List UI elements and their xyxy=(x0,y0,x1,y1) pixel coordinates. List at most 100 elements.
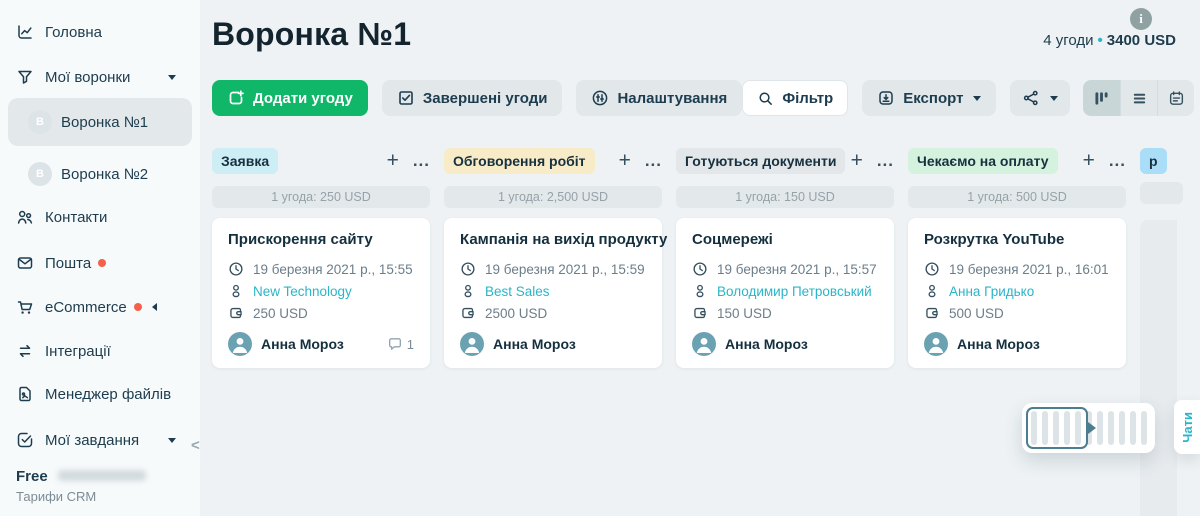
person-icon xyxy=(232,284,240,298)
sidebar-item-home[interactable]: Головна xyxy=(0,12,200,52)
kanban-board: Заявка + ... 1 угода: 250 USD Прискоренн… xyxy=(212,148,1126,368)
column-header: Чекаємо на оплату + ... xyxy=(908,148,1126,174)
sidebar-item-label: Воронка №2 xyxy=(61,165,149,183)
minimap-bar xyxy=(1108,411,1114,445)
chart-line-icon xyxy=(18,25,32,39)
partial-column-stats xyxy=(1140,182,1183,204)
column-menu-button[interactable]: ... xyxy=(645,152,662,169)
completed-deals-button[interactable]: Завершені угоди xyxy=(381,80,563,116)
column-menu-button[interactable]: ... xyxy=(877,152,894,169)
add-card-button[interactable]: + xyxy=(619,150,631,171)
view-switcher xyxy=(1083,80,1195,116)
person-icon xyxy=(464,284,472,298)
clock-icon xyxy=(693,262,707,276)
sidebar-item-label: Головна xyxy=(45,23,102,41)
export-label: Експорт xyxy=(903,89,964,107)
sidebar-item-funnel-2[interactable]: B Воронка №2 xyxy=(8,150,192,198)
crm-funnel-screen: Головна Мої воронки B Воронка №1 B Ворон… xyxy=(0,0,1200,516)
board-scroll-minimap[interactable] xyxy=(1022,403,1155,453)
sidebar-item-label: Воронка №1 xyxy=(61,113,149,131)
plan-tariffs-link[interactable]: Тарифи CRM xyxy=(16,489,146,504)
checkbox-icon xyxy=(399,91,413,105)
minimap-viewport-handle[interactable] xyxy=(1026,407,1088,449)
toolbar: Додати угоду Завершені угоди Налаштуванн… xyxy=(212,80,1195,116)
sidebar: Головна Мої воронки B Воронка №1 B Ворон… xyxy=(0,0,200,516)
card-footer: Анна Мороз xyxy=(924,332,1110,356)
comments-count: 1 xyxy=(406,336,414,352)
minimap-arrow-icon xyxy=(1088,422,1096,434)
card-footer: Анна Мороз xyxy=(692,332,878,356)
column-menu-button[interactable]: ... xyxy=(1109,152,1126,169)
export-button[interactable]: Експорт xyxy=(862,80,997,116)
funnel-icon xyxy=(18,70,32,84)
calendar-view-icon xyxy=(1169,90,1184,105)
deal-amount: 2500 USD xyxy=(485,305,548,321)
person-icon xyxy=(696,284,704,298)
info-icon[interactable]: i xyxy=(1130,8,1152,30)
deal-card[interactable]: Розкрутка YouTube 19 березня 2021 р., 16… xyxy=(908,218,1126,368)
column-header: Готуються документи + ... xyxy=(676,148,894,174)
search-icon xyxy=(759,91,773,105)
column-zayavka: Заявка + ... 1 угода: 250 USD Прискоренн… xyxy=(212,148,430,368)
deal-created: 19 березня 2021 р., 15:57 xyxy=(717,261,877,277)
sidebar-item-file-manager[interactable]: Менеджер файлів xyxy=(0,374,200,414)
sidebar-item-funnel-1[interactable]: B Воронка №1 xyxy=(8,98,192,146)
wallet-icon xyxy=(230,307,242,319)
sidebar-item-integrations[interactable]: Інтеграції xyxy=(0,331,200,371)
funnel-avatar: B xyxy=(28,162,52,186)
column-stats: 1 угода: 500 USD xyxy=(908,186,1126,208)
sidebar-item-my-funnels[interactable]: Мої воронки xyxy=(0,57,200,97)
deal-card[interactable]: Прискорення сайту 19 березня 2021 р., 15… xyxy=(212,218,430,368)
chats-tab[interactable]: Чати xyxy=(1174,400,1200,454)
add-card-button[interactable]: + xyxy=(1083,150,1095,171)
funnel-settings-button[interactable]: Налаштування xyxy=(576,80,743,116)
automation-flow-button[interactable] xyxy=(1010,80,1071,116)
cart-icon xyxy=(17,301,33,314)
wallet-icon xyxy=(926,307,938,319)
add-deal-icon xyxy=(229,90,244,105)
column-name-badge: Обговорення робіт xyxy=(444,148,595,174)
sidebar-collapse-button[interactable]: < xyxy=(191,437,200,454)
page-title: Воронка №1 xyxy=(212,16,412,52)
deal-manager: Анна Мороз xyxy=(725,336,808,352)
deal-created: 19 березня 2021 р., 15:59 xyxy=(485,261,645,277)
deal-card[interactable]: Соцмережі 19 березня 2021 р., 15:57 Воло… xyxy=(676,218,894,368)
sidebar-item-label: eCommerce xyxy=(45,298,127,316)
add-deal-button[interactable]: Додати угоду xyxy=(212,80,368,116)
view-list-button[interactable] xyxy=(1120,80,1157,116)
sliders-icon xyxy=(593,90,608,106)
filter-button[interactable]: Фільтр xyxy=(742,80,849,116)
sidebar-item-my-tasks[interactable]: Мої завдання xyxy=(0,420,200,460)
column-header: Заявка + ... xyxy=(212,148,430,174)
column-header: Обговорення робіт + ... xyxy=(444,148,662,174)
add-card-button[interactable]: + xyxy=(387,150,399,171)
partial-column-body xyxy=(1140,220,1177,516)
deal-manager: Анна Мороз xyxy=(261,336,344,352)
deal-contact-link[interactable]: New Technology xyxy=(253,284,352,299)
column-dokumenty: Готуються документи + ... 1 угода: 150 U… xyxy=(676,148,894,368)
file-icon xyxy=(19,386,31,402)
deal-amount: 150 USD xyxy=(717,305,772,321)
wallet-icon xyxy=(694,307,706,319)
view-kanban-button[interactable] xyxy=(1083,80,1121,116)
deal-contact-link[interactable]: Анна Гридько xyxy=(949,284,1034,299)
deal-contact-link[interactable]: Володимир Петровський xyxy=(717,284,872,299)
sidebar-item-contacts[interactable]: Контакти xyxy=(0,197,200,237)
sidebar-item-label: Менеджер файлів xyxy=(45,385,172,403)
plan-name: Free xyxy=(16,468,48,485)
deal-card[interactable]: Кампанія на вихід продукту 19 березня 20… xyxy=(444,218,668,368)
column-obgovorennya: Обговорення робіт + ... 1 угода: 2,500 U… xyxy=(444,148,668,368)
sidebar-item-mail[interactable]: Пошта xyxy=(0,243,200,283)
deal-contact-link[interactable]: Best Sales xyxy=(485,284,550,299)
sidebar-item-label: Пошта xyxy=(45,254,92,272)
chevron-down-icon xyxy=(973,95,982,101)
column-menu-button[interactable]: ... xyxy=(413,152,430,169)
kanban-view-icon xyxy=(1095,91,1108,105)
column-stats: 1 угода: 150 USD xyxy=(676,186,894,208)
add-card-button[interactable]: + xyxy=(851,150,863,171)
view-calendar-button[interactable] xyxy=(1157,80,1194,116)
sidebar-item-label: Мої воронки xyxy=(45,68,131,86)
sidebar-item-ecommerce[interactable]: eCommerce xyxy=(0,287,200,327)
deal-title: Кампанія на вихід продукту xyxy=(460,231,668,248)
clock-icon xyxy=(229,262,243,276)
